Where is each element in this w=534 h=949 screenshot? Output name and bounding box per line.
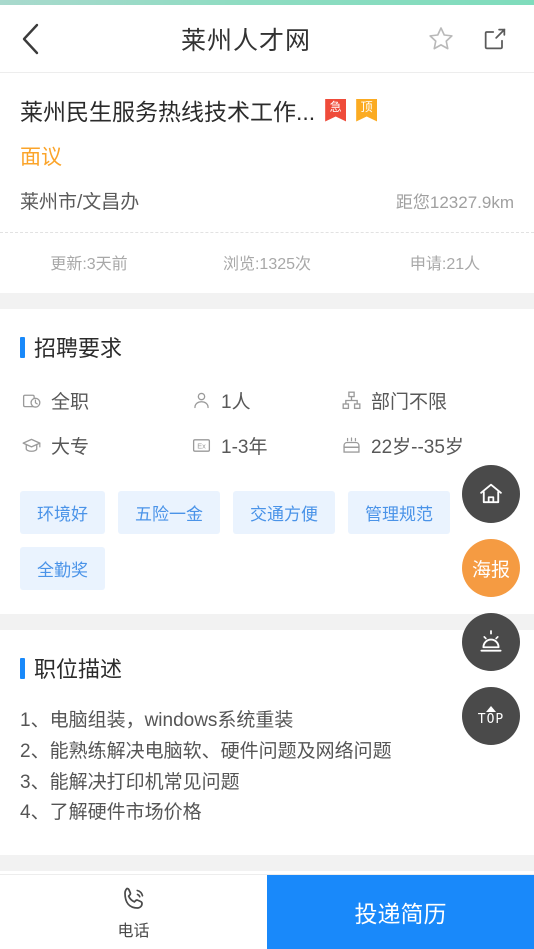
- benefit-tag[interactable]: 五险一金: [118, 491, 220, 534]
- description-line: 2、能熟练解决电脑软、硬件问题及网络问题: [20, 740, 392, 762]
- requirement-department-label: 部门不限: [371, 392, 448, 413]
- org-chart-icon: [340, 390, 362, 412]
- content-scroll-area[interactable]: 莱州民生服务热线技术工作... 急 顶 面议 莱州市/文昌办 距您12327.9…: [0, 73, 534, 949]
- back-to-top-label: TOP: [477, 711, 505, 727]
- description-line: 3、能解决打印机常见问题: [20, 771, 240, 793]
- requirement-age: 22岁--35岁: [340, 432, 514, 459]
- submit-resume-label: 投递简历: [354, 901, 447, 927]
- job-title-row: 莱州民生服务热线技术工作... 急 顶: [20, 93, 514, 127]
- home-fab[interactable]: [462, 465, 520, 523]
- submit-resume-button[interactable]: 投递简历: [267, 875, 534, 949]
- alarm-fab[interactable]: [462, 613, 520, 671]
- requirements-title-wrap: 招聘要求: [20, 331, 122, 363]
- salary-text: 面议: [20, 146, 62, 169]
- requirement-experience: Ex 1-3年: [190, 432, 340, 459]
- share-icon: [484, 28, 506, 49]
- call-button-label: 电话: [117, 922, 150, 940]
- benefit-tag[interactable]: 全勤奖: [20, 547, 105, 590]
- section-gap: [0, 614, 534, 630]
- requirement-headcount-label: 1人: [221, 392, 251, 413]
- requirement-headcount: 1人: [190, 387, 340, 414]
- section-gap: [0, 855, 534, 872]
- briefcase-clock-icon: [20, 390, 42, 412]
- description-card: 职位描述 1、电脑组装，windows系统重装 2、能熟练解决电脑软、硬件问题及…: [0, 630, 534, 856]
- graduation-cap-icon: [20, 435, 42, 457]
- home-icon: [480, 483, 502, 504]
- page-title: 莱州人才网: [180, 26, 311, 55]
- poster-fab[interactable]: 海报: [462, 539, 520, 597]
- job-detail-screen: 莱州人才网 莱州民生服务热线技术工作... 急 顶 面议 莱州市/文昌办 距您1…: [0, 0, 534, 949]
- requirement-experience-label: 1-3年: [221, 437, 268, 458]
- description-title-wrap: 职位描述: [20, 652, 122, 684]
- star-outline-icon: [429, 26, 453, 49]
- experience-ex-icon: Ex: [190, 435, 212, 457]
- description-title: 职位描述: [34, 657, 123, 682]
- distance-text: 距您12327.9km: [395, 193, 514, 212]
- header-actions: [424, 22, 534, 56]
- phone-call-icon: [123, 887, 143, 909]
- requirement-department: 部门不限: [340, 387, 514, 414]
- section-gap: [0, 293, 534, 309]
- job-summary-card: 莱州民生服务热线技术工作... 急 顶 面议 莱州市/文昌办 距您12327.9…: [0, 73, 534, 293]
- poster-fab-label: 海报: [471, 559, 510, 581]
- requirement-job-type-label: 全职: [51, 392, 90, 413]
- benefit-tag[interactable]: 交通方便: [233, 491, 335, 534]
- stat-views: 浏览:1325次: [222, 256, 312, 273]
- svg-text:Ex: Ex: [197, 441, 206, 450]
- benefit-tag[interactable]: 环境好: [20, 491, 105, 534]
- requirements-header: 招聘要求: [20, 331, 514, 363]
- person-icon: [190, 390, 212, 412]
- back-button[interactable]: [0, 5, 62, 73]
- job-stats-row: 更新:3天前 浏览:1325次 申请:21人: [0, 232, 534, 293]
- benefit-tag[interactable]: 管理规范: [348, 491, 450, 534]
- description-body: 1、电脑组装，windows系统重装 2、能熟练解决电脑软、硬件问题及网络问题 …: [20, 706, 514, 855]
- chevron-left-icon: [22, 23, 39, 54]
- birthday-cake-icon: [340, 435, 362, 457]
- requirements-grid: 全职 1人 部门不限 大专 Ex 1-3年 22岁--35岁: [20, 387, 514, 465]
- job-title: 莱州民生服务热线技术工作...: [20, 99, 316, 125]
- location-row: 莱州市/文昌办 距您12327.9km: [20, 187, 514, 232]
- top-badge: 顶: [356, 98, 378, 122]
- requirement-education-label: 大专: [51, 437, 90, 458]
- stat-updated: 更新:3天前: [50, 256, 128, 273]
- back-to-top-fab[interactable]: TOP: [462, 687, 520, 745]
- description-line: 1、电脑组装，windows系统重装: [20, 710, 294, 731]
- description-header: 职位描述: [20, 652, 514, 684]
- requirement-age-label: 22岁--35岁: [371, 437, 464, 458]
- stat-applicants: 申请:21人: [409, 256, 481, 273]
- benefit-tag-list: 环境好 五险一金 交通方便 管理规范 全勤奖: [20, 491, 514, 614]
- app-header: 莱州人才网: [0, 5, 534, 73]
- bottom-action-bar: 电话 投递简历: [0, 874, 534, 949]
- favorite-button[interactable]: [424, 22, 458, 56]
- alarm-siren-icon: [480, 630, 502, 652]
- section-accent-bar: [20, 336, 25, 358]
- requirements-title: 招聘要求: [34, 336, 123, 361]
- floating-action-buttons: 海报 TOP: [462, 465, 520, 745]
- requirements-card: 招聘要求 全职 1人 部门不限 大专 Ex 1-3年 22岁--35岁 环境好 …: [0, 309, 534, 614]
- urgent-badge: 急: [325, 98, 347, 122]
- description-line: 4、了解硬件市场价格: [20, 802, 202, 824]
- section-accent-bar: [20, 657, 25, 679]
- share-button[interactable]: [478, 22, 512, 56]
- requirement-job-type: 全职: [20, 387, 190, 414]
- job-location: 莱州市/文昌办: [20, 192, 140, 213]
- requirement-education: 大专: [20, 432, 190, 459]
- call-button[interactable]: 电话: [0, 875, 267, 949]
